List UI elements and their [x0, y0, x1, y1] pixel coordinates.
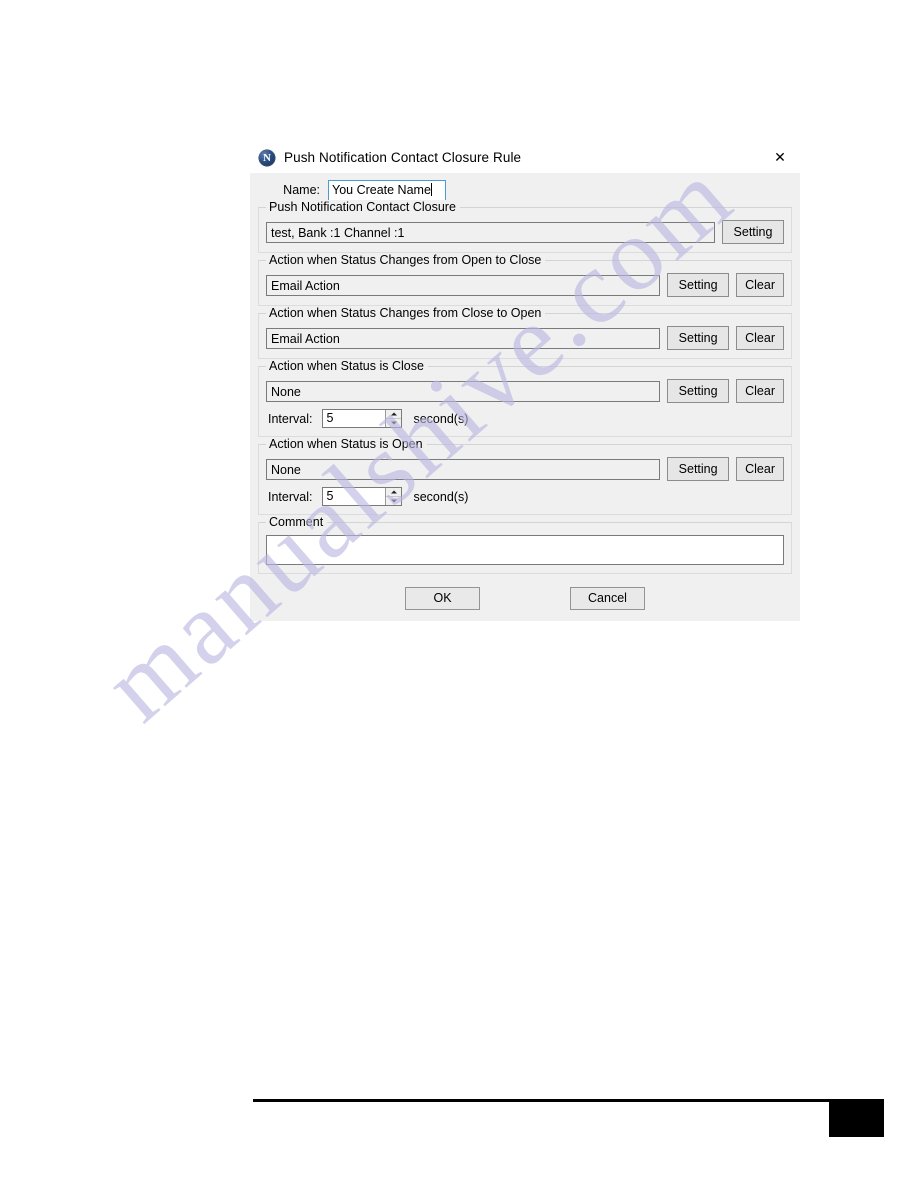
close-icon: ✕	[774, 149, 786, 166]
close-to-open-clear-button[interactable]: Clear	[736, 326, 784, 350]
open-to-close-setting-button[interactable]: Setting	[667, 273, 730, 297]
status-close-interval-value[interactable]: 5	[323, 410, 385, 427]
status-close-interval-label: Interval:	[268, 411, 313, 426]
name-input[interactable]: You Create Name	[328, 179, 446, 201]
status-close-clear-button[interactable]: Clear	[736, 379, 784, 403]
group-title: Action when Status Changes from Open to …	[266, 253, 546, 267]
dialog-footer: OK Cancel	[258, 587, 792, 612]
contact-closure-setting-button[interactable]: Setting	[722, 220, 784, 244]
status-close-setting-button[interactable]: Setting	[667, 379, 730, 403]
status-open-interval-value[interactable]: 5	[323, 488, 385, 505]
ok-button[interactable]: OK	[405, 587, 480, 610]
status-close-interval-row: Interval: 5 second(s)	[266, 409, 784, 428]
group-title: Action when Status is Close	[266, 359, 428, 373]
notification-n-icon: N	[259, 149, 275, 166]
stepper-buttons	[385, 488, 402, 505]
group-title: Action when Status Changes from Close to…	[266, 306, 546, 320]
status-open-action-value[interactable]: None	[266, 458, 661, 480]
group-row: None Setting Clear	[266, 379, 784, 403]
dialog-body: Name: You Create Name Push Notification …	[250, 173, 800, 621]
group-title: Comment	[266, 515, 328, 529]
open-to-close-action-value[interactable]: Email Action	[266, 274, 661, 296]
cancel-button[interactable]: Cancel	[570, 587, 645, 610]
stepper-buttons	[385, 410, 402, 427]
group-title: Push Notification Contact Closure	[266, 200, 460, 214]
group-action-open-to-close: Action when Status Changes from Open to …	[258, 253, 792, 306]
stepper-down-icon[interactable]	[386, 496, 402, 505]
status-open-interval-row: Interval: 5 second(s)	[266, 487, 784, 506]
text-caret	[430, 182, 432, 196]
stepper-up-icon[interactable]	[386, 488, 402, 496]
status-close-interval-stepper[interactable]: 5	[322, 409, 403, 428]
close-to-open-setting-button[interactable]: Setting	[667, 326, 730, 350]
status-open-interval-stepper[interactable]: 5	[322, 487, 403, 506]
group-row: Email Action Setting Clear	[266, 273, 784, 297]
group-row: None Setting Clear	[266, 457, 784, 481]
group-comment: Comment	[258, 515, 792, 574]
status-open-clear-button[interactable]: Clear	[736, 457, 784, 481]
group-title: Action when Status is Open	[266, 437, 427, 451]
comment-input[interactable]	[266, 535, 784, 565]
group-action-close-to-open: Action when Status Changes from Close to…	[258, 306, 792, 359]
dialog-titlebar: N Push Notification Contact Closure Rule…	[250, 142, 800, 173]
status-open-interval-unit: second(s)	[413, 489, 469, 504]
stepper-down-icon[interactable]	[386, 418, 402, 427]
name-label: Name:	[283, 183, 320, 197]
group-action-status-open: Action when Status is Open None Setting …	[258, 437, 792, 515]
group-row: Email Action Setting Clear	[266, 326, 784, 350]
status-close-action-value[interactable]: None	[266, 380, 661, 402]
status-open-interval-label: Interval:	[268, 489, 313, 504]
close-to-open-action-value[interactable]: Email Action	[266, 327, 661, 349]
status-open-setting-button[interactable]: Setting	[667, 457, 730, 481]
group-row: test, Bank :1 Channel :1 Setting	[266, 220, 784, 244]
stepper-up-icon[interactable]	[386, 410, 402, 418]
push-notification-contact-closure-rule-dialog: N Push Notification Contact Closure Rule…	[250, 142, 800, 621]
open-to-close-clear-button[interactable]: Clear	[736, 273, 784, 297]
name-input-value: You Create Name	[332, 182, 431, 197]
status-close-interval-unit: second(s)	[413, 411, 469, 426]
dialog-title: Push Notification Contact Closure Rule	[284, 150, 522, 165]
group-push-notification-contact-closure: Push Notification Contact Closure test, …	[258, 200, 792, 253]
page-footer-rule	[253, 1099, 884, 1102]
group-action-status-close: Action when Status is Close None Setting…	[258, 359, 792, 437]
page-number-box	[829, 1101, 884, 1137]
contact-closure-value[interactable]: test, Bank :1 Channel :1	[266, 221, 715, 243]
close-button[interactable]: ✕	[760, 142, 800, 173]
